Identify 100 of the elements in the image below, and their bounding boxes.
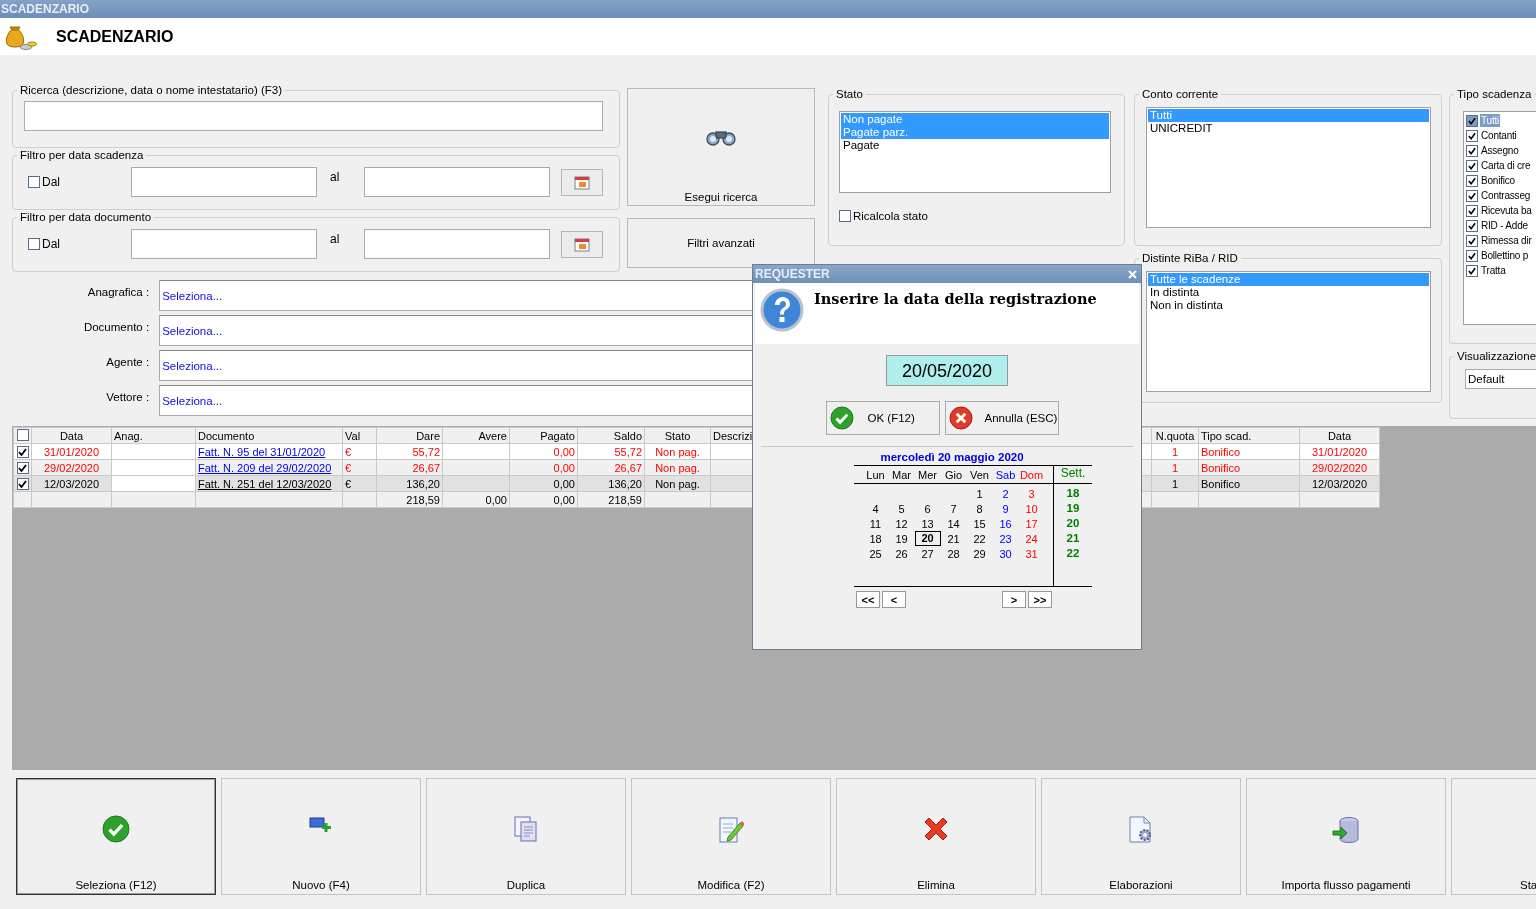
calendar-day[interactable]: 16 (992, 517, 1019, 530)
toolbar-button[interactable]: Modifica (F2) (631, 778, 831, 895)
calendar-day[interactable]: 30 (992, 547, 1019, 560)
checkbox[interactable] (16, 445, 29, 458)
list-item[interactable]: Ricevuta ba (1480, 204, 1533, 217)
calendar-day[interactable]: 26 (888, 547, 915, 560)
date-field[interactable] (364, 229, 550, 259)
list-box[interactable]: Tutti UNICREDIT (1146, 107, 1431, 228)
calendar-day[interactable]: 25 (862, 547, 889, 560)
calendar-day[interactable]: 3 (1018, 487, 1045, 500)
column-header[interactable]: Stato (644, 427, 711, 444)
list-item[interactable]: In distinta (1148, 286, 1429, 299)
date-field[interactable] (364, 167, 550, 197)
checkbox[interactable] (1466, 144, 1478, 157)
close-button[interactable] (1126, 267, 1139, 281)
calendar-day[interactable]: 28 (940, 547, 967, 560)
list-box[interactable]: Tutte le scadenze In distinta Non in distinta (1146, 271, 1431, 392)
checkbox[interactable] (1466, 114, 1478, 127)
checkbox[interactable] (16, 477, 29, 490)
calendar-day[interactable]: 12 (888, 517, 915, 530)
column-header[interactable]: Saldo (577, 427, 645, 444)
search-field[interactable] (24, 101, 603, 131)
checkbox[interactable] (1466, 249, 1478, 262)
column-header[interactable]: Dare (376, 427, 443, 444)
checkbox[interactable] (1466, 204, 1478, 217)
checkbox[interactable] (1466, 219, 1478, 232)
date-field[interactable] (131, 229, 317, 259)
document-link[interactable]: Fatt. N. 95 del 31/01/2020 (198, 445, 326, 458)
nav-button[interactable]: << (856, 591, 880, 608)
calendar-day[interactable]: 11 (862, 517, 889, 530)
toolbar-button[interactable]: Elaborazioni (1041, 778, 1241, 895)
toolbar-button[interactable]: Elimina (836, 778, 1036, 895)
checkbox[interactable] (839, 210, 851, 222)
checkbox[interactable] (16, 428, 29, 441)
calendar-day[interactable]: 10 (1018, 502, 1045, 515)
nav-button[interactable]: > (1002, 591, 1026, 608)
list-item[interactable]: Assegno (1480, 144, 1520, 157)
toolbar-button[interactable]: Nuovo (F4) (221, 778, 421, 895)
list-item[interactable]: Contanti (1480, 129, 1518, 142)
list-item[interactable]: UNICREDIT (1148, 122, 1429, 135)
column-header[interactable]: Data (1299, 427, 1380, 444)
checkbox[interactable] (1466, 159, 1478, 172)
nav-button[interactable]: < (882, 591, 906, 608)
checkbox[interactable] (28, 238, 40, 250)
column-header[interactable]: N.quota (1151, 427, 1199, 444)
calendar-day[interactable]: 5 (888, 502, 915, 515)
checkbox[interactable] (1466, 129, 1478, 142)
toolbar-button[interactable]: Importa flusso pagamenti (1246, 778, 1446, 895)
calendar-day[interactable]: 19 (888, 532, 915, 545)
column-header[interactable]: Tipo scad. (1198, 427, 1300, 444)
dropdown[interactable]: Default (1465, 369, 1536, 389)
calendar-day[interactable]: 15 (966, 517, 993, 530)
checkbox[interactable] (1466, 174, 1478, 187)
calendar-day[interactable]: 7 (940, 502, 967, 515)
column-header[interactable]: Val (342, 427, 377, 444)
checkbox[interactable] (1466, 234, 1478, 247)
list-item[interactable]: Carta di cre (1480, 159, 1532, 172)
search-button[interactable]: Esegui ricerca (627, 88, 815, 206)
nav-button[interactable]: >> (1028, 591, 1052, 608)
calendar-day[interactable]: 2 (992, 487, 1019, 500)
list-item[interactable]: Non in distinta (1148, 299, 1429, 312)
calendar-day[interactable]: 17 (1018, 517, 1045, 530)
list-item[interactable]: Pagate (841, 139, 1109, 152)
list-item[interactable]: Bollettino p (1480, 249, 1530, 262)
document-link[interactable]: Fatt. N. 209 del 29/02/2020 (198, 461, 332, 474)
calendar-day[interactable]: 23 (992, 532, 1019, 545)
list-box[interactable]: Non pagate Pagate parz. Pagate (839, 111, 1111, 193)
column-header[interactable]: Documento (195, 427, 343, 444)
column-header[interactable]: Avere (442, 427, 510, 444)
checkbox[interactable] (1466, 264, 1478, 277)
column-header[interactable]: Pagato (509, 427, 578, 444)
toolbar-button[interactable]: Duplica (426, 778, 626, 895)
column-header[interactable]: Data (31, 427, 112, 444)
calendar-day[interactable]: 24 (1018, 532, 1045, 545)
list-item[interactable]: Rimessa dir (1480, 234, 1533, 247)
calendar-day[interactable]: 22 (966, 532, 993, 545)
calendar-button[interactable] (561, 230, 603, 258)
document-link[interactable]: Fatt. N. 251 del 12/03/2020 (198, 477, 332, 490)
calendar-day[interactable]: 6 (914, 502, 941, 515)
list-item[interactable]: Bonifico (1480, 174, 1516, 187)
calendar-day[interactable]: 27 (914, 547, 941, 560)
checkbox[interactable] (16, 461, 29, 474)
list-item[interactable]: RID - Adde (1480, 219, 1529, 232)
column-header[interactable]: Anag. (111, 427, 196, 444)
date-field[interactable]: 20/05/2020 (886, 355, 1008, 386)
calendar-button[interactable] (561, 168, 603, 196)
toolbar-button[interactable]: Seleziona (F12) (16, 778, 216, 895)
calendar-day[interactable]: 14 (940, 517, 967, 530)
ok-button[interactable]: OK (F12) (825, 401, 940, 435)
calendar-day[interactable]: 18 (862, 532, 889, 545)
calendar-day[interactable]: 4 (862, 502, 889, 515)
checkbox[interactable] (28, 176, 40, 188)
calendar-day[interactable]: 20 (914, 531, 941, 546)
checkbox[interactable] (1466, 189, 1478, 202)
list-item[interactable]: Tratta (1480, 264, 1507, 277)
list-item[interactable]: Contrasseg (1480, 189, 1532, 202)
advanced-filters-button[interactable]: Filtri avanzati (627, 218, 815, 268)
calendar-day[interactable]: 29 (966, 547, 993, 560)
date-field[interactable] (131, 167, 317, 197)
calendar-day[interactable]: 13 (914, 517, 941, 530)
